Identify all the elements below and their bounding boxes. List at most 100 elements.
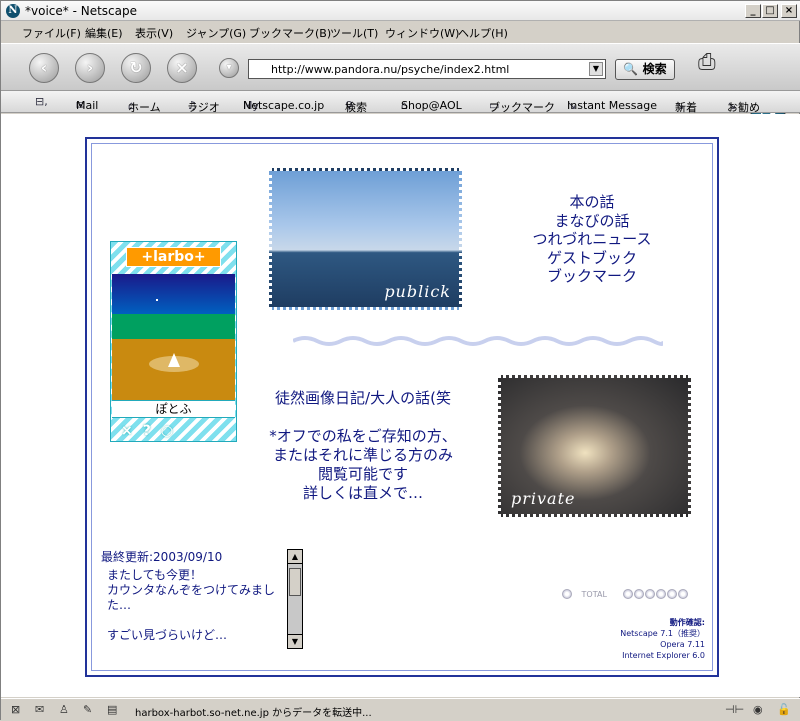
diary-line (257, 408, 469, 427)
diary-line: *オフでの私をご存知の方、 (269, 427, 457, 445)
counter-digit (645, 589, 656, 599)
lock-icon[interactable]: 🔓 (777, 703, 791, 716)
counter-digit (634, 589, 645, 599)
visit-counter: TOTAL (562, 589, 689, 599)
minimize-button[interactable]: _ (745, 4, 761, 18)
stop-button[interactable]: × (167, 53, 197, 83)
note-line: またしても今更！ (107, 568, 203, 582)
harbot-widget[interactable]: +larbo+ ぽとふ ×?○ (110, 241, 237, 442)
counter-digit (678, 589, 689, 599)
aim-icon[interactable]: ♙ (59, 703, 69, 716)
counter-digit (562, 589, 572, 599)
browser-window: N *voice* - Netscape _ □ × ファイル(F) 編集(E)… (0, 0, 800, 721)
private-description: 徒然画像日記/大人の話(笑 *オフでの私をご存知の方、 またはそれに準じる方のみ… (257, 389, 469, 503)
stop-icon: × (175, 58, 189, 77)
title-bar: N *voice* - Netscape _ □ × (1, 1, 800, 21)
browser-compatibility: 動作確認: Netscape 7.1（推奨） Opera 7.11 Intern… (620, 617, 705, 661)
scroll-thumb[interactable] (289, 568, 301, 596)
forward-button[interactable]: › (75, 53, 105, 83)
print-icon[interactable]: ⎙ (698, 50, 716, 75)
diary-line: 詳しくは直メで… (302, 484, 423, 502)
link-guestbook[interactable]: ゲストブック (507, 249, 677, 268)
menu-tools[interactable]: ツール(T) (330, 25, 378, 41)
search-button[interactable]: 🔍 検索 (615, 59, 675, 80)
link-news[interactable]: つれづれニュース (507, 230, 677, 249)
last-updated: 最終更新:2003/09/10 (101, 550, 223, 564)
harbot-name: ぽとふ (112, 400, 235, 418)
window-title: *voice* - Netscape (25, 4, 137, 18)
counter-digit (623, 589, 634, 599)
menu-bar: ファイル(F) 編集(E) 表示(V) ジャンプ(G) ブックマーク(B) ツー… (1, 22, 800, 42)
arrow-right-icon: › (86, 58, 94, 77)
public-caption: publick (384, 282, 451, 301)
url-dropdown-button[interactable]: ▼ (589, 62, 603, 76)
star-icon (156, 299, 158, 301)
diary-line: またはそれに準じる方のみ (272, 446, 453, 464)
triangle-down-icon: ▼ (291, 637, 299, 646)
counter-digit (667, 589, 678, 599)
online-icon[interactable]: ⊣⊢ (725, 703, 744, 716)
link-books[interactable]: 本の話 (507, 193, 677, 212)
status-text: harbox-harbot.so-net.ne.jp からデータを転送中... (135, 708, 372, 719)
menu-window[interactable]: ウィンドウ(W) (385, 25, 459, 41)
public-links: 本の話 まなびの話 つれづれニュース ゲストブック ブックマーク (507, 193, 677, 286)
url-input[interactable] (249, 60, 585, 78)
compat-line: Netscape 7.1（推奨） (620, 629, 705, 638)
note-line: カウンタなんぞをつけてみまし (107, 583, 276, 597)
mail-icon[interactable]: ✉ (35, 703, 44, 716)
link-bookmarks[interactable]: ブックマーク (507, 267, 677, 286)
compat-line: Opera 7.11 (660, 640, 705, 649)
note-line: た… (107, 598, 132, 612)
harbot-character-icon[interactable] (168, 353, 180, 367)
scroll-up-button[interactable]: ▲ (288, 550, 302, 564)
netscape-app-icon: N (6, 4, 20, 18)
security-eye-icon[interactable]: ◉ (753, 703, 763, 716)
compat-line: Internet Explorer 6.0 (622, 651, 705, 660)
arrow-left-icon: ‹ (40, 58, 48, 77)
public-image-link[interactable]: publick (269, 168, 462, 310)
note-line (107, 613, 287, 628)
navigator-icon[interactable]: ⊠ (11, 703, 20, 716)
menu-edit[interactable]: 編集(E) (85, 25, 123, 41)
counter-label: TOTAL (581, 589, 607, 599)
page-frame: +larbo+ ぽとふ ×?○ publick 本の話 まなびの話 つれづれニュ… (85, 137, 719, 677)
scroll-down-button[interactable]: ▼ (288, 634, 302, 648)
link-learning[interactable]: まなびの話 (507, 212, 677, 231)
addressbook-icon[interactable]: ▤ (107, 703, 117, 716)
compat-heading: 動作確認: (669, 618, 705, 627)
search-icon: 🔍 (623, 62, 639, 76)
close-button[interactable]: × (781, 4, 797, 18)
page-content: +larbo+ ぽとふ ×?○ publick 本の話 まなびの話 つれづれニュ… (1, 114, 800, 697)
harbot-grass (112, 314, 235, 339)
update-note: またしても今更！ カウンタなんぞをつけてみまし た… すごい見づらいけど… (107, 568, 287, 654)
reload-button[interactable]: ↻ (121, 53, 151, 83)
chevron-down-icon: ▾ (226, 62, 232, 73)
counter-digit (656, 589, 667, 599)
note-line: すごい見づらいけど… (107, 628, 228, 642)
status-bar: ⊠ ✉ ♙ ✎ ▤ harbox-harbot.so-net.ne.jp からデ… (1, 698, 800, 721)
menu-help[interactable]: ヘルプ(H) (458, 25, 508, 41)
harbot-scene[interactable] (112, 274, 235, 400)
private-image-link[interactable]: private (498, 375, 691, 517)
diary-link[interactable]: 徒然画像日記/大人の話(笑 (257, 389, 469, 408)
composer-icon[interactable]: ✎ (83, 703, 92, 716)
maximize-button[interactable]: □ (762, 4, 778, 18)
harbot-controls[interactable]: ×?○ (121, 423, 226, 439)
harbot-logo: +larbo+ (126, 247, 221, 267)
back-button[interactable]: ‹ (29, 53, 59, 83)
history-dropdown-button[interactable]: ▾ (219, 58, 239, 78)
wave-divider (293, 336, 663, 346)
harbot-sky (112, 274, 235, 314)
tab-icon[interactable]: ⊟, (35, 95, 48, 108)
note-scrollbar[interactable]: ▲ ▼ (287, 549, 303, 649)
triangle-up-icon: ▲ (291, 552, 299, 561)
menu-file[interactable]: ファイル(F) (22, 25, 81, 41)
menu-bookmarks[interactable]: ブックマーク(B) (249, 25, 331, 41)
harbot-ground (112, 339, 235, 400)
menu-view[interactable]: 表示(V) (135, 25, 173, 41)
chevron-down-icon: ▼ (592, 64, 600, 73)
url-bar[interactable]: ▼ (248, 59, 606, 79)
private-caption: private (511, 489, 576, 508)
menu-go[interactable]: ジャンプ(G) (186, 25, 246, 41)
diary-line: 閲覧可能です (317, 465, 408, 483)
